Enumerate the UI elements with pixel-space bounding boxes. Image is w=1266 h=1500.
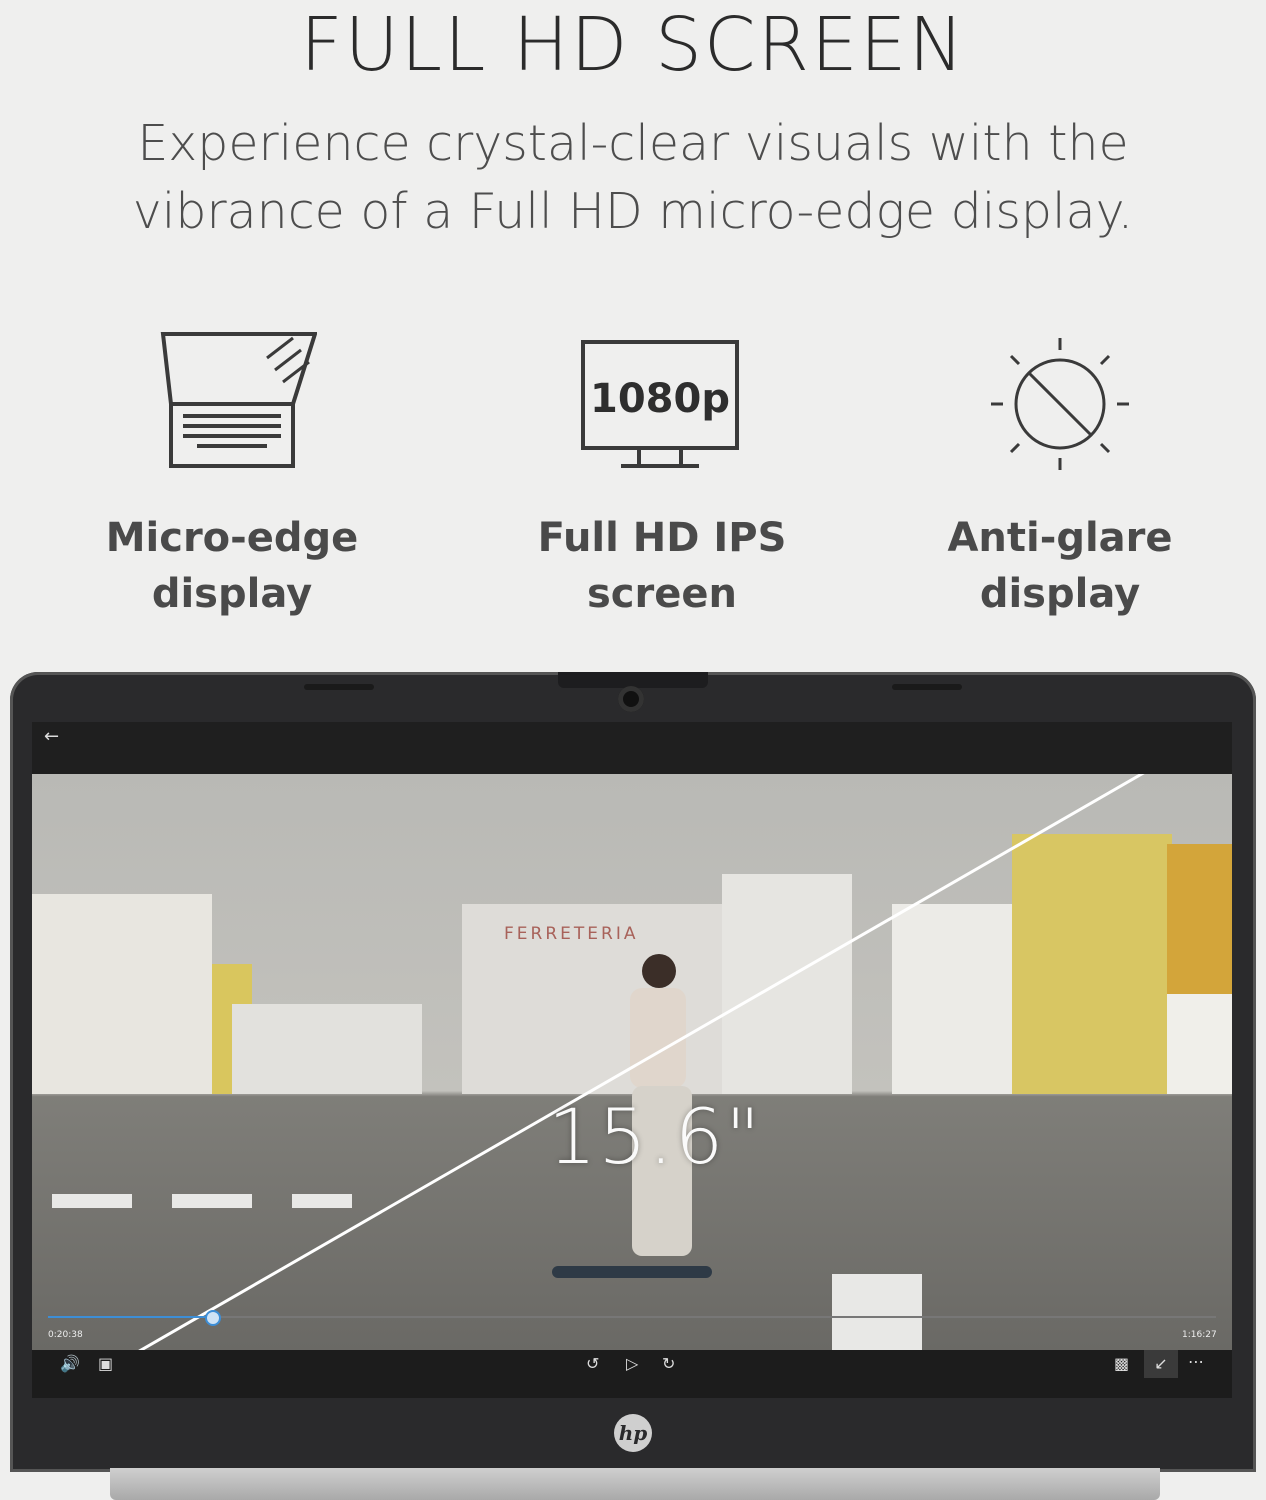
feature-anti-glare: Anti-glare display [900,330,1220,622]
subtitle-line-2: vibrance of a Full HD micro-edge display… [132,183,1134,240]
more-options-icon[interactable]: ⋯ [1188,1352,1204,1371]
player-controls: 🔊 ▣ ↺ ▷ ↻ ▩ ↙ ⋯ [32,1350,1232,1398]
progress-fill [48,1316,212,1318]
laptop-screen: ← FERRETERIA 15.6" 0:20:38 1:16:27 🔊 ▣ ↺… [32,722,1232,1398]
feature-full-hd: 1080p Full HD IPS screen [502,330,822,622]
video-frame[interactable]: FERRETERIA 15.6" 0:20:38 1:16:27 [32,774,1232,1350]
back-arrow-icon[interactable]: ← [44,726,59,747]
laptop-micro-edge-icon [160,332,317,468]
anti-glare-sun-icon [991,338,1129,470]
mini-view-icon[interactable]: ▩ [1114,1354,1129,1373]
player-title-bar: ← [32,722,1232,774]
volume-icon[interactable]: 🔊 [60,1354,80,1373]
forward-30-icon[interactable]: ↻ [662,1354,675,1373]
laptop-base [110,1468,1160,1500]
exit-fullscreen-icon[interactable]: ↙ [1144,1350,1178,1378]
subtitle-line-1: Experience crystal-clear visuals with th… [137,115,1129,172]
feature-label-line1: Anti-glare [947,515,1173,561]
webcam-icon [618,686,644,712]
feature-label-line1: Full HD IPS [537,515,787,561]
progress-track[interactable] [48,1316,1216,1318]
captions-icon[interactable]: ▣ [98,1354,113,1373]
screen-size-label: 15.6" [548,1092,763,1181]
elapsed-time: 0:20:38 [48,1330,83,1340]
feature-label-line2: display [151,571,313,617]
diagonal-measure-line [138,774,1145,1350]
feature-micro-edge: Micro-edge display [72,330,392,622]
progress-thumb[interactable] [204,1310,221,1326]
feature-label-line1: Micro-edge [105,515,359,561]
feature-label-line2: screen [587,571,737,617]
mic-grill [892,684,962,690]
remaining-time: 1:16:27 [1182,1330,1217,1340]
monitor-1080p-icon: 1080p [581,340,739,468]
monitor-badge: 1080p [590,376,730,422]
rewind-10-icon[interactable]: ↺ [586,1354,599,1373]
hp-logo: hp [614,1414,652,1452]
play-icon[interactable]: ▷ [626,1354,638,1373]
page-title: FULL HD SCREEN [300,2,966,88]
mic-grill [304,684,374,690]
feature-label-line2: display [979,571,1141,617]
